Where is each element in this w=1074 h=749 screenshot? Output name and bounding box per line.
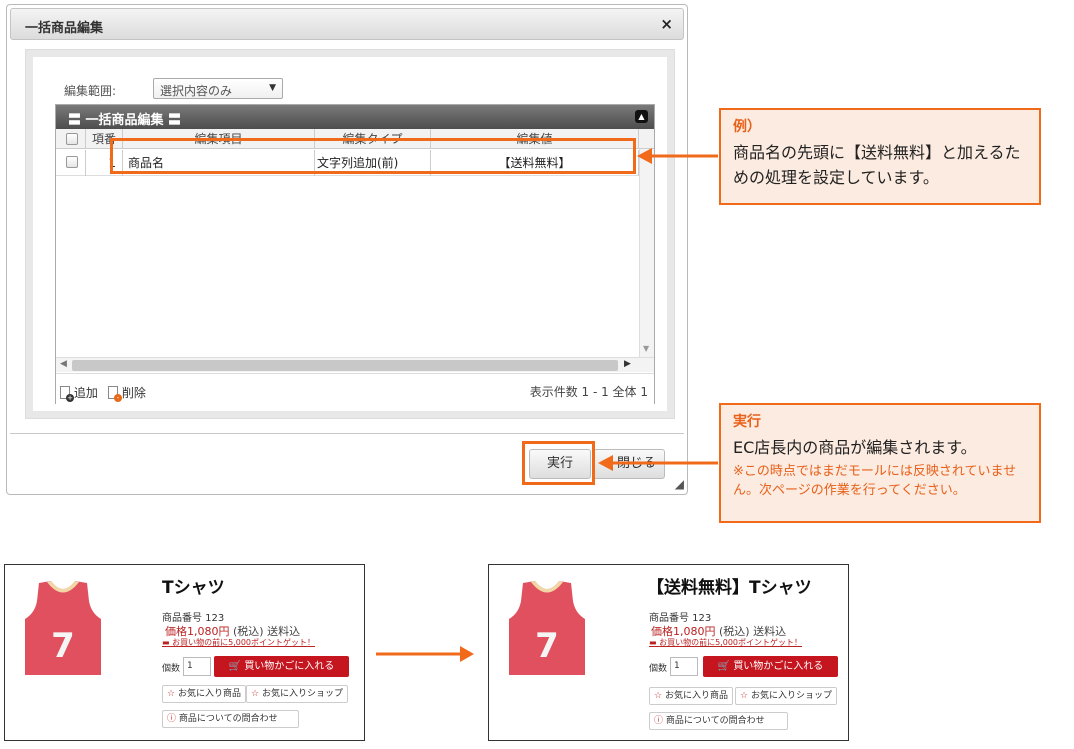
- point-link[interactable]: ▬ お買い物の前に5,000ポイントゲット！: [649, 637, 802, 648]
- product-card-before: 7 Tシャツ 商品番号 123 価格1,080円 (税込) 送料込 ▬ お買い物…: [4, 564, 365, 741]
- inquiry-button[interactable]: ⓘ 商品についての問合わせ: [649, 712, 788, 730]
- edit-range-value: 選択内容のみ: [160, 84, 233, 98]
- star-icon: ☆: [251, 689, 260, 699]
- grid-footer: + 追加 - 削除 表示件数 1 - 1 全体 1: [56, 373, 654, 404]
- horizontal-scroll-thumb[interactable]: [72, 360, 618, 371]
- edit-range-label: 編集範囲:: [64, 84, 117, 98]
- add-row-button[interactable]: + 追加: [60, 384, 98, 402]
- favorite-item-label: お気に入り商品: [177, 689, 241, 699]
- star-icon: ☆: [167, 689, 176, 699]
- example-callout-title: 例）: [733, 119, 761, 135]
- quantity-label: 個数: [162, 664, 181, 674]
- product-card-after: 7 【送料無料】Tシャツ 商品番号 123 価格1,080円 (税込) 送料込 …: [488, 564, 849, 741]
- cart-icon: 🛒: [228, 661, 242, 672]
- execute-callout-title: 実行: [733, 414, 761, 430]
- product-title[interactable]: Tシャツ: [162, 573, 225, 598]
- row-select-cell: [56, 150, 86, 176]
- add-label: 追加: [73, 386, 98, 400]
- dialog-titlebar: 一括商品編集 ×: [10, 8, 684, 40]
- product-title[interactable]: 【送料無料】Tシャツ: [647, 573, 812, 598]
- before-after-arrow: [376, 646, 474, 662]
- execute-callout-note: ※この時点ではまだモールには反映されていません。次ページの作業を行ってください。: [733, 464, 1017, 498]
- point-link[interactable]: ▬ お買い物の前に5,000ポイントゲット！: [162, 637, 315, 648]
- jersey-number: 7: [535, 626, 559, 666]
- product-number: 商品番号 123: [649, 613, 712, 624]
- star-icon: ☆: [740, 691, 749, 701]
- inquiry-label: 商品についての問合わせ: [178, 714, 278, 724]
- quantity-label: 個数: [649, 664, 668, 674]
- resize-handle-icon[interactable]: ◢: [675, 477, 684, 491]
- collapse-icon[interactable]: ▲: [635, 110, 648, 123]
- example-callout-body: 商品名の先頭に【送料無料】と加えるための処理を設定しています。: [733, 143, 1021, 187]
- grid-header: 〓 一括商品編集 〓 ▲: [56, 105, 654, 129]
- grid-title: 〓 一括商品編集 〓: [68, 113, 182, 128]
- favorite-shop-label: お気に入りショップ: [750, 691, 832, 701]
- point-text: お買い物の前に5,000ポイントゲット！: [659, 638, 803, 647]
- bulk-edit-dialog: 一括商品編集 × 編集範囲: 選択内容のみ ▼ 〓 一括商品編集 〓 ▲ 項番: [6, 4, 688, 495]
- cart-label: 買い物かごに入れる: [244, 661, 335, 672]
- record-count: 表示件数 1 - 1 全体 1: [529, 385, 648, 399]
- favorite-item-button[interactable]: ☆ お気に入り商品: [162, 685, 246, 703]
- scroll-right-icon[interactable]: ▶: [624, 359, 631, 369]
- inquiry-button[interactable]: ⓘ 商品についての問合わせ: [162, 710, 299, 728]
- tshirt-jersey-icon: 7: [509, 581, 585, 675]
- question-icon: ⓘ: [167, 714, 177, 724]
- execute-callout-body: EC店長内の商品が編集されます。: [733, 438, 977, 457]
- point-text: お買い物の前に5,000ポイントゲット！: [172, 638, 316, 647]
- execute-highlight-box: [522, 441, 595, 485]
- close-icon[interactable]: ×: [660, 15, 673, 33]
- add-to-cart-button[interactable]: 🛒 買い物かごに入れる: [703, 656, 838, 677]
- delete-row-button[interactable]: - 削除: [108, 384, 146, 402]
- favorite-shop-button[interactable]: ☆ お気に入りショップ: [735, 687, 837, 705]
- add-to-cart-button[interactable]: 🛒 買い物かごに入れる: [214, 656, 349, 677]
- dropdown-caret-icon: ▼: [269, 83, 276, 93]
- execute-callout: 実行 EC店長内の商品が編集されます。 ※この時点ではまだモールには反映されてい…: [719, 403, 1041, 523]
- edit-range-select[interactable]: 選択内容のみ ▼: [153, 78, 283, 99]
- example-callout: 例） 商品名の先頭に【送料無料】と加えるための処理を設定しています。: [719, 108, 1041, 205]
- favorite-shop-label: お気に入りショップ: [261, 689, 343, 699]
- favorite-item-button[interactable]: ☆ お気に入り商品: [649, 687, 733, 705]
- vertical-scrollbar[interactable]: ▼: [639, 149, 654, 357]
- scroll-left-icon[interactable]: ◀: [60, 359, 67, 369]
- inquiry-label: 商品についての問合わせ: [665, 716, 765, 726]
- delete-document-icon: -: [108, 386, 122, 402]
- star-icon: ☆: [654, 691, 663, 701]
- dialog-title: 一括商品編集: [25, 21, 104, 36]
- select-all-checkbox[interactable]: [66, 133, 78, 145]
- horizontal-scrollbar[interactable]: ◀ ▶: [56, 357, 654, 372]
- quantity-field[interactable]: 1: [183, 657, 211, 676]
- favorite-shop-button[interactable]: ☆ お気に入りショップ: [246, 685, 348, 703]
- scroll-down-icon[interactable]: ▼: [643, 344, 649, 353]
- cart-label: 買い物かごに入れる: [733, 661, 824, 672]
- dialog-inner-panel: 編集範囲: 選択内容のみ ▼ 〓 一括商品編集 〓 ▲ 項番 編集項目 編集タイ…: [33, 57, 667, 411]
- product-number: 商品番号 123: [162, 613, 225, 624]
- row-checkbox[interactable]: [66, 156, 78, 168]
- delete-label: 削除: [121, 386, 146, 400]
- dialog-body: 編集範囲: 選択内容のみ ▼ 〓 一括商品編集 〓 ▲ 項番 編集項目 編集タイ…: [25, 49, 675, 419]
- add-document-icon: +: [60, 386, 74, 402]
- favorite-item-label: お気に入り商品: [664, 691, 728, 701]
- select-all-cell: [56, 129, 86, 149]
- row-highlight-box: [110, 138, 636, 174]
- cart-icon: 🛒: [717, 661, 731, 672]
- dialog-divider: [10, 433, 684, 434]
- jersey-number: 7: [51, 626, 75, 666]
- tshirt-jersey-icon: 7: [25, 581, 101, 675]
- quantity-field[interactable]: 1: [670, 657, 698, 676]
- question-icon: ⓘ: [654, 716, 664, 726]
- close-button[interactable]: 閉じる: [593, 449, 665, 479]
